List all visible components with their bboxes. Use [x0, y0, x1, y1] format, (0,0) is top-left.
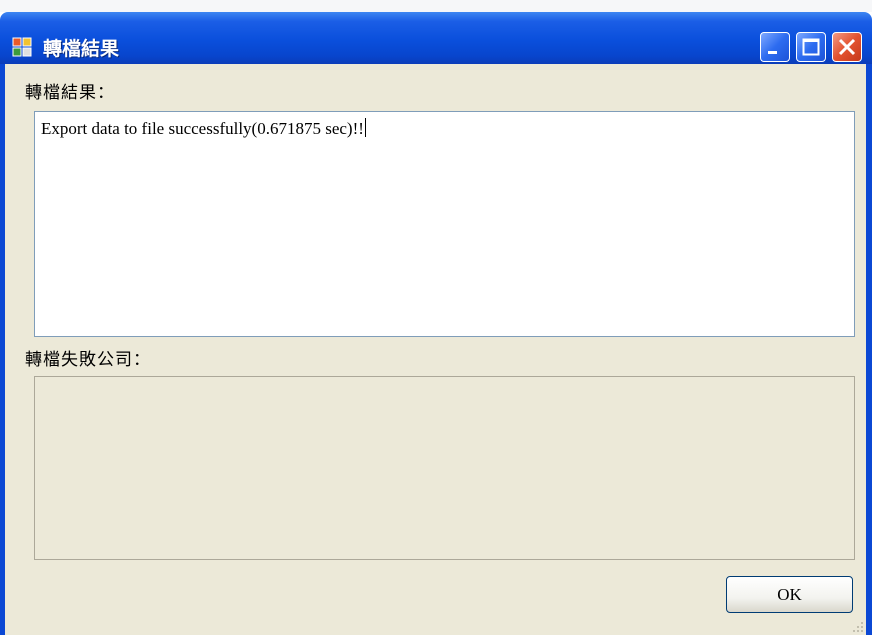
minimize-icon [768, 51, 777, 54]
text-caret [364, 118, 366, 137]
minimize-button[interactable] [760, 32, 790, 62]
maximize-icon [802, 38, 820, 56]
dialog-client-area: 轉檔結果： Export data to file successfully(0… [5, 64, 866, 635]
window-frame-right [866, 64, 872, 635]
close-icon [838, 38, 856, 56]
result-textbox[interactable]: Export data to file successfully(0.67187… [34, 111, 855, 337]
resize-grip-icon[interactable] [851, 620, 865, 634]
failed-companies-textbox[interactable] [34, 376, 855, 560]
ok-button[interactable]: OK [726, 576, 853, 613]
close-button[interactable] [832, 32, 862, 62]
window-title: 轉檔結果 [43, 38, 120, 60]
result-text: Export data to file successfully(0.67187… [41, 118, 366, 138]
dialog-window: 轉檔結果 轉檔結果： Export data to file successfu… [0, 0, 872, 635]
maximize-button[interactable] [796, 32, 826, 62]
result-label: 轉檔結果： [25, 83, 115, 103]
app-window-icon [12, 37, 32, 57]
failed-companies-label: 轉檔失敗公司： [25, 350, 151, 370]
title-bar[interactable]: 轉檔結果 [0, 12, 872, 64]
